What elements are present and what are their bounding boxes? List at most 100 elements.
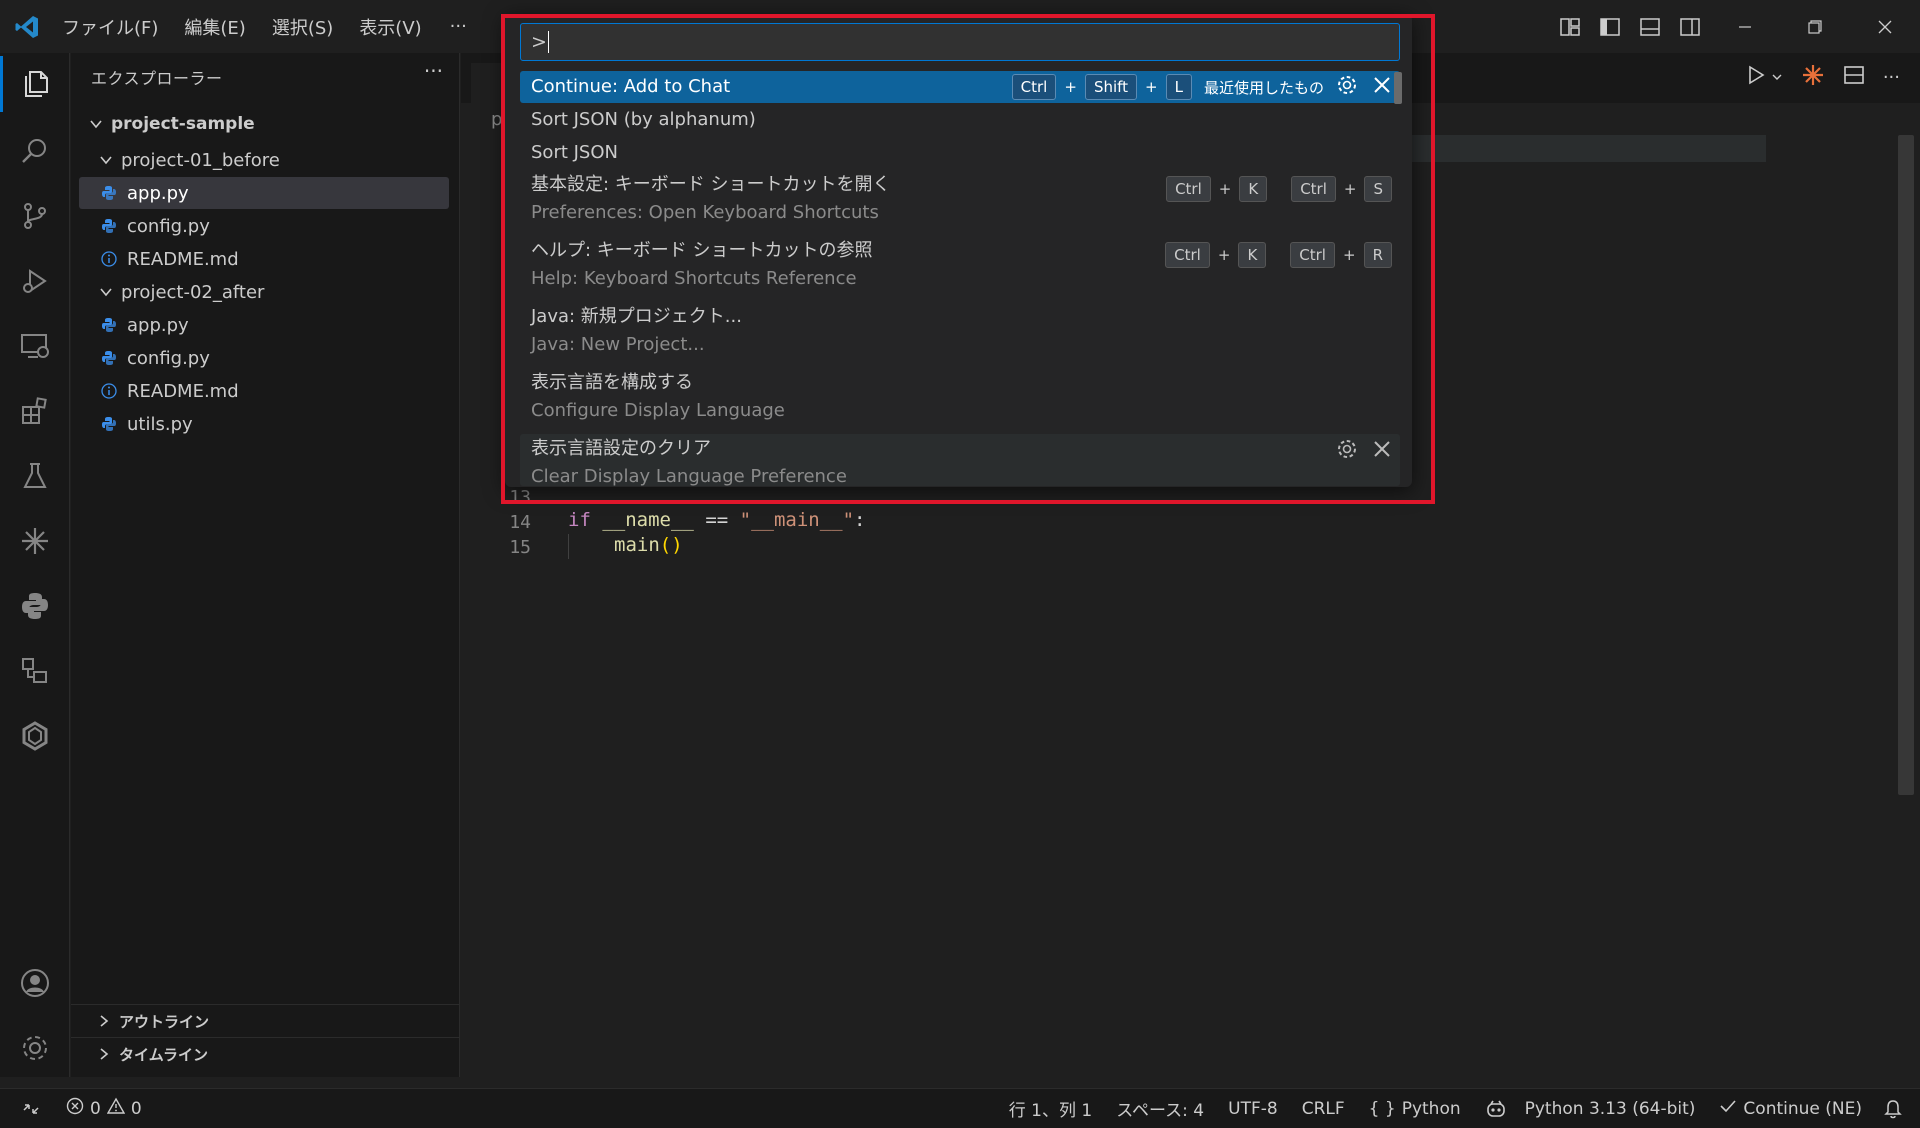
vertical-scrollbar[interactable] bbox=[1898, 135, 1914, 795]
keybinding-key: Ctrl bbox=[1166, 176, 1211, 202]
tree-file-label: README.md bbox=[127, 380, 239, 402]
keybinding-key: Ctrl bbox=[1165, 242, 1210, 268]
chevron-right-icon bbox=[95, 1012, 113, 1030]
tree-folder[interactable]: project-02_after bbox=[79, 276, 449, 308]
outline-section[interactable]: アウトライン bbox=[71, 1004, 460, 1037]
restore-icon[interactable] bbox=[1780, 0, 1850, 53]
tree-file-label: utils.py bbox=[127, 413, 193, 435]
keybinding-key: L bbox=[1165, 74, 1192, 100]
continue-status-label: Continue (NE) bbox=[1743, 1098, 1862, 1119]
language-mode[interactable]: { } Python bbox=[1369, 1099, 1461, 1119]
language-label: Python bbox=[1401, 1098, 1461, 1119]
tree-folder-label: project-02_after bbox=[121, 281, 265, 303]
continue-icon[interactable] bbox=[0, 513, 70, 569]
minimize-icon[interactable] bbox=[1710, 0, 1780, 53]
cursor-position[interactable]: 行 1、列 1 bbox=[1009, 1096, 1092, 1121]
python-file-icon bbox=[99, 348, 119, 368]
command-palette-input[interactable]: > bbox=[520, 23, 1400, 61]
warning-icon bbox=[106, 1097, 126, 1120]
notifications-bell-icon[interactable] bbox=[1884, 1099, 1902, 1119]
palette-item[interactable]: ヘルプ: キーボード ショートカットの参照 Help: Keyboard Sho… bbox=[520, 236, 1400, 298]
python-file-icon bbox=[99, 183, 119, 203]
run-python-file-icon[interactable] bbox=[1745, 64, 1767, 91]
keybinding-key: K bbox=[1239, 176, 1268, 202]
indentation[interactable]: スペース: 4 bbox=[1116, 1096, 1204, 1121]
menu-view[interactable]: 表示(V) bbox=[359, 14, 421, 40]
menu-file[interactable]: ファイル(F) bbox=[62, 14, 158, 40]
tree-file[interactable]: README.md bbox=[79, 243, 449, 275]
timeline-section[interactable]: タイムライン bbox=[71, 1037, 460, 1070]
customize-layout-icon[interactable] bbox=[1550, 7, 1590, 47]
text-caret bbox=[547, 31, 549, 53]
chevron-down-icon bbox=[97, 151, 115, 169]
menu-more-icon[interactable]: ··· bbox=[450, 16, 467, 37]
close-window-icon[interactable] bbox=[1850, 0, 1920, 53]
menu-edit[interactable]: 編集(E) bbox=[184, 14, 245, 40]
palette-item[interactable]: 基本設定: キーボード ショートカットを開く Preferences: Open… bbox=[520, 170, 1400, 232]
toggle-secondary-sidebar-icon[interactable] bbox=[1670, 7, 1710, 47]
palette-item[interactable]: 表示言語を構成する Configure Display Language bbox=[520, 368, 1400, 430]
palette-item[interactable]: Sort JSON (by alphanum) bbox=[520, 104, 1400, 136]
extensions-icon[interactable] bbox=[0, 383, 70, 439]
palette-item[interactable]: 表示言語設定のクリア Clear Display Language Prefer… bbox=[520, 434, 1400, 486]
toggle-panel-icon[interactable] bbox=[1630, 7, 1670, 47]
tree-root-folder[interactable]: project-sample bbox=[79, 108, 449, 140]
code-line[interactable]: if __name__ == "__main__": bbox=[568, 509, 866, 531]
remote-explorer-icon[interactable] bbox=[0, 318, 70, 374]
breadcrumb[interactable]: p bbox=[491, 109, 502, 130]
accounts-icon[interactable] bbox=[0, 955, 70, 1011]
palette-item-detail: Help: Keyboard Shortcuts Reference bbox=[531, 268, 857, 289]
chevron-down-icon bbox=[87, 115, 105, 133]
problems-indicator[interactable]: 0 0 bbox=[66, 1097, 142, 1120]
line-number: 14 bbox=[509, 512, 531, 533]
configure-keybinding-gear-icon[interactable] bbox=[1336, 74, 1358, 100]
split-editor-icon[interactable] bbox=[1843, 64, 1865, 91]
remote-indicator-icon[interactable] bbox=[22, 1100, 40, 1118]
code-line[interactable]: main() bbox=[614, 534, 683, 556]
chevron-down-icon[interactable] bbox=[1771, 67, 1783, 88]
continue-status[interactable]: Continue (NE) bbox=[1719, 1097, 1862, 1120]
testing-icon[interactable] bbox=[0, 448, 70, 504]
tree-folder[interactable]: project-01_before bbox=[79, 144, 449, 176]
explorer-icon[interactable] bbox=[0, 56, 70, 112]
configure-keybinding-gear-icon[interactable] bbox=[1336, 438, 1358, 464]
project-manager-icon[interactable] bbox=[0, 643, 70, 699]
tree-file[interactable]: app.py bbox=[79, 309, 449, 341]
more-actions-icon[interactable]: ··· bbox=[1883, 67, 1900, 88]
current-line-highlight bbox=[1411, 135, 1766, 162]
menu-bar: ファイル(F) 編集(E) 選択(S) 表示(V) bbox=[62, 14, 422, 40]
copilot-icon[interactable] bbox=[1485, 1099, 1507, 1119]
palette-item[interactable]: Sort JSON bbox=[520, 137, 1400, 169]
end-of-line[interactable]: CRLF bbox=[1302, 1099, 1345, 1119]
run-debug-icon[interactable] bbox=[0, 253, 70, 309]
palette-item[interactable]: Java: 新規プロジェクト... Java: New Project... bbox=[520, 302, 1400, 364]
search-icon[interactable] bbox=[0, 123, 70, 179]
python-interpreter[interactable]: Python 3.13 (64-bit) bbox=[1525, 1099, 1696, 1119]
python-icon[interactable] bbox=[0, 578, 70, 634]
encoding[interactable]: UTF-8 bbox=[1228, 1099, 1278, 1119]
source-control-icon[interactable] bbox=[0, 188, 70, 244]
continue-spark-icon[interactable] bbox=[1801, 63, 1825, 92]
palette-item-detail: Configure Display Language bbox=[531, 400, 785, 421]
tree-file[interactable]: utils.py bbox=[79, 408, 449, 440]
tree-file[interactable]: config.py bbox=[79, 210, 449, 242]
menu-selection[interactable]: 選択(S) bbox=[272, 14, 333, 40]
remove-recent-close-icon[interactable] bbox=[1372, 439, 1392, 463]
tree-file[interactable]: README.md bbox=[79, 375, 449, 407]
palette-item-detail: Java: New Project... bbox=[531, 334, 705, 355]
line-number: 15 bbox=[509, 537, 531, 558]
palette-item-detail: Preferences: Open Keyboard Shortcuts bbox=[531, 202, 879, 223]
palette-scrollbar[interactable] bbox=[1394, 72, 1402, 104]
editor-tab[interactable] bbox=[471, 63, 505, 103]
explorer-more-icon[interactable]: ··· bbox=[424, 59, 443, 83]
palette-item[interactable]: Continue: Add to Chat Ctrl + Shift + L 最近使… bbox=[520, 71, 1400, 103]
toggle-primary-sidebar-icon[interactable] bbox=[1590, 7, 1630, 47]
python-file-icon bbox=[99, 414, 119, 434]
error-icon bbox=[66, 1097, 84, 1120]
settings-gear-icon[interactable] bbox=[0, 1020, 70, 1076]
openai-icon[interactable] bbox=[0, 708, 70, 764]
tree-file[interactable]: config.py bbox=[79, 342, 449, 374]
remove-recent-close-icon[interactable] bbox=[1372, 75, 1392, 99]
tree-file[interactable]: app.py bbox=[79, 177, 449, 209]
keybinding-key: Shift bbox=[1084, 74, 1138, 100]
